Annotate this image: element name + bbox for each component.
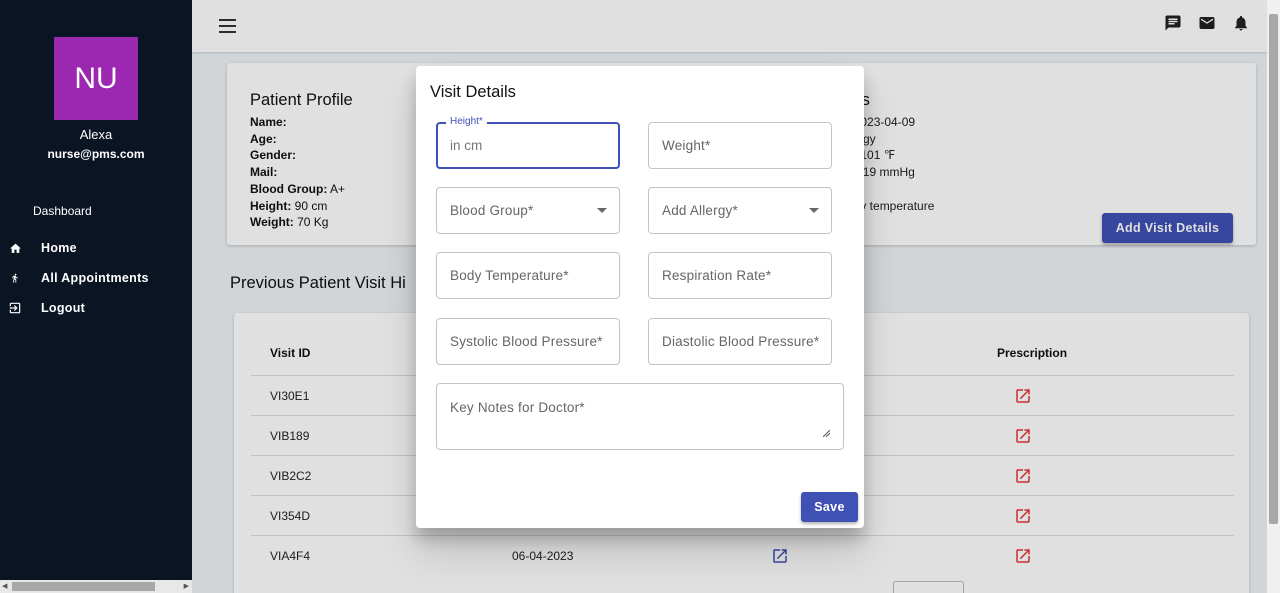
- horizontal-scrollbar[interactable]: ◀ ▶: [0, 580, 192, 593]
- blood-group-select[interactable]: Blood Group*: [436, 187, 620, 234]
- body-temperature-label: Body Temperature*: [450, 268, 569, 283]
- avatar: NU: [54, 37, 138, 120]
- diastolic-bp-field[interactable]: Diastolic Blood Pressure*: [648, 318, 832, 365]
- height-label: Height*: [446, 116, 487, 127]
- person-icon: [8, 271, 22, 285]
- doctor-notes-textarea[interactable]: Key Notes for Doctor*: [436, 383, 844, 450]
- sidebar-item-logout[interactable]: Logout: [0, 297, 192, 319]
- height-placeholder: in cm: [450, 138, 483, 153]
- weight-field[interactable]: Weight*: [648, 122, 832, 169]
- blood-group-label: Blood Group*: [450, 203, 534, 218]
- sidebar-item-label: Home: [41, 241, 77, 255]
- sidebar-item-label: All Appointments: [41, 271, 149, 285]
- scroll-right-arrow-icon[interactable]: ▶: [184, 582, 189, 590]
- respiration-rate-field[interactable]: Respiration Rate*: [648, 252, 832, 299]
- save-button[interactable]: Save: [801, 492, 858, 522]
- systolic-bp-field[interactable]: Systolic Blood Pressure*: [436, 318, 620, 365]
- systolic-bp-label: Systolic Blood Pressure*: [450, 334, 603, 349]
- vertical-scrollbar[interactable]: [1267, 0, 1280, 593]
- weight-label: Weight*: [662, 138, 711, 153]
- scroll-left-arrow-icon[interactable]: ◀: [2, 582, 7, 590]
- diastolic-bp-label: Diastolic Blood Pressure*: [662, 334, 820, 349]
- dropdown-arrow-icon: [597, 208, 607, 213]
- sidebar-item-label: Logout: [41, 301, 86, 315]
- sidebar-section-dashboard: Dashboard: [33, 204, 92, 218]
- respiration-rate-label: Respiration Rate*: [662, 268, 772, 283]
- visit-details-dialog: Visit Details Height* in cm Weight* Bloo…: [416, 66, 864, 528]
- height-field[interactable]: Height* in cm: [436, 116, 620, 169]
- body-temperature-field[interactable]: Body Temperature*: [436, 252, 620, 299]
- user-email: nurse@pms.com: [47, 147, 145, 161]
- sidebar: NU Alexa nurse@pms.com Dashboard Home Al…: [0, 0, 192, 593]
- user-name: Alexa: [79, 127, 113, 142]
- doctor-notes-label: Key Notes for Doctor*: [450, 400, 585, 415]
- allergy-label: Add Allergy*: [662, 203, 738, 218]
- logout-icon: [8, 301, 22, 315]
- dropdown-arrow-icon: [809, 208, 819, 213]
- scrollbar-thumb[interactable]: [12, 582, 155, 591]
- sidebar-item-home[interactable]: Home: [0, 237, 192, 259]
- sidebar-item-all-appointments[interactable]: All Appointments: [0, 267, 192, 289]
- dialog-title: Visit Details: [430, 83, 516, 101]
- home-icon: [8, 241, 22, 255]
- allergy-select[interactable]: Add Allergy*: [648, 187, 832, 234]
- resize-grip-icon[interactable]: [823, 430, 830, 437]
- scrollbar-thumb[interactable]: [1269, 14, 1278, 524]
